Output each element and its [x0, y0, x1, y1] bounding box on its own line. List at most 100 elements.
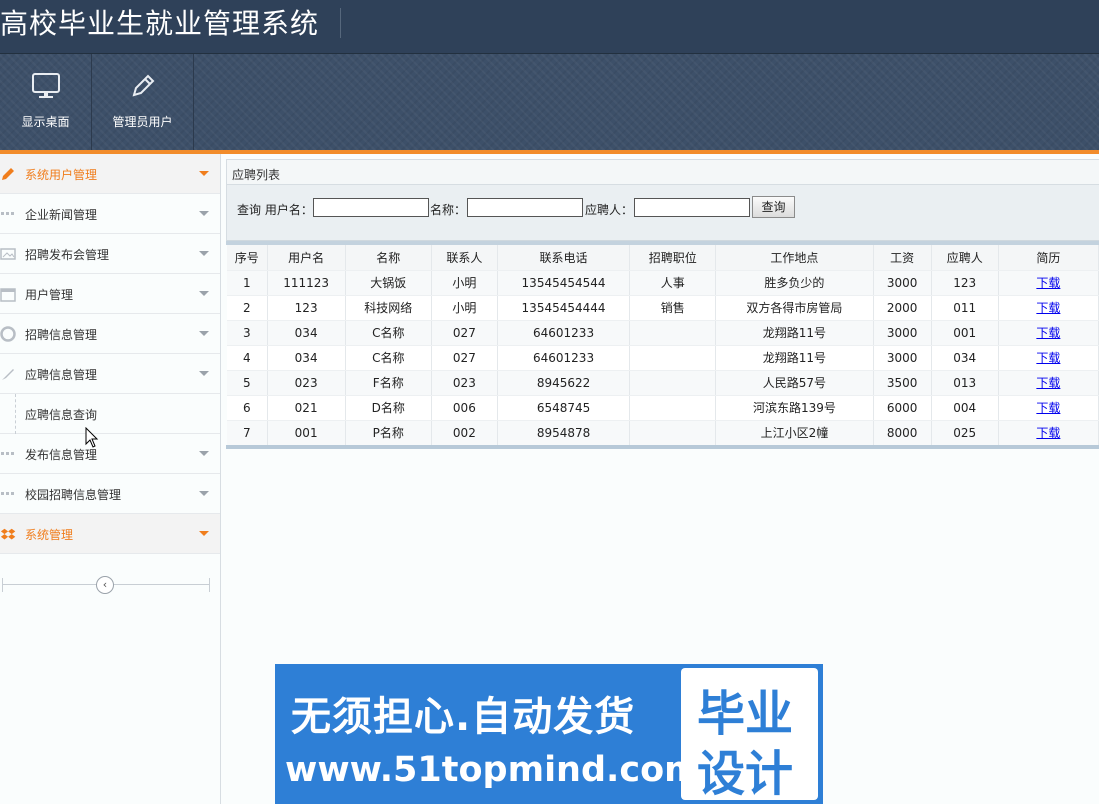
search-applicant-label: 应聘人： — [585, 203, 634, 217]
grid-icon — [0, 446, 16, 462]
table-cell: 023 — [267, 370, 346, 396]
table-cell: 027 — [431, 320, 498, 346]
sidebar-item-label: 用户管理 — [25, 288, 74, 302]
table-header-row: 序号 用户名 名称 联系人 联系电话 招聘职位 工作地点 工资 应聘人 简历 — [227, 245, 1099, 271]
chevron-down-icon — [199, 531, 209, 536]
name-input[interactable] — [467, 198, 583, 217]
table-cell: 2000 — [873, 295, 932, 321]
table-cell: 3000 — [873, 270, 932, 296]
column-header: 联系电话 — [497, 245, 631, 271]
table-cell: 下载 — [998, 295, 1099, 321]
sidebar-item-company-news[interactable]: 企业新闻管理 — [0, 194, 220, 234]
table-cell: 006 — [431, 395, 498, 421]
brush-icon — [0, 366, 16, 382]
table-cell: 64601233 — [497, 345, 631, 371]
table-cell: 河滨东路139号 — [715, 395, 874, 421]
collapse-sidebar-button[interactable]: ‹ — [96, 576, 114, 594]
table-cell: 小明 — [431, 295, 498, 321]
show-desktop-button[interactable]: 显示桌面 — [0, 54, 92, 150]
download-link[interactable]: 下载 — [1036, 351, 1060, 365]
table-cell: 013 — [931, 370, 999, 396]
table-cell: 小明 — [431, 270, 498, 296]
table-row: 4 034 C名称 027 64601233 龙翔路11号 3000 034 下载 — [227, 345, 1099, 371]
sidebar-item-recruitment[interactable]: 招聘信息管理 — [0, 314, 220, 354]
sidebar-item-label: 系统用户管理 — [25, 168, 98, 182]
chevron-down-icon — [199, 171, 209, 176]
download-link[interactable]: 下载 — [1036, 326, 1060, 340]
table-cell: 大锅饭 — [345, 270, 432, 296]
table-row: 2 123 科技网络 小明 13545454444 销售 双方各得市房管局 2000 011 下载 — [227, 295, 1099, 321]
banner-slogan: 无须担心.自动发货 — [291, 694, 636, 740]
table-cell: 64601233 — [497, 320, 631, 346]
table-cell: 004 — [931, 395, 999, 421]
chevron-down-icon — [199, 251, 209, 256]
download-link[interactable]: 下载 — [1036, 426, 1060, 440]
table-cell: 011 — [931, 295, 999, 321]
banner-badge: 毕业 设计 — [681, 668, 818, 802]
image-icon — [0, 246, 16, 262]
table-cell: 002 — [431, 420, 498, 446]
sidebar-item-label: 企业新闻管理 — [25, 208, 98, 222]
chevron-down-icon — [199, 211, 209, 216]
column-header: 序号 — [227, 245, 268, 271]
grid-icon — [0, 486, 16, 502]
table-row: 1 111123 大锅饭 小明 13545454544 人事 胜多负少的 3000 123 下载 — [227, 270, 1099, 296]
calendar-icon — [0, 286, 16, 302]
sidebar-item-publish-info[interactable]: 发布信息管理 — [0, 434, 220, 474]
applicant-input[interactable] — [634, 198, 750, 217]
show-desktop-label: 显示桌面 — [21, 115, 70, 129]
download-link[interactable]: 下载 — [1036, 301, 1060, 315]
table-cell: 5 — [227, 370, 268, 396]
admin-user-button[interactable]: 管理员用户 — [92, 54, 194, 150]
sidebar-item-campus-recruitment[interactable]: 校园招聘信息管理 — [0, 474, 220, 514]
chevron-down-icon — [199, 371, 209, 376]
pencil-icon — [129, 72, 157, 103]
table-row: 5 023 F名称 023 8945622 人民路57号 3500 013 下载 — [227, 370, 1099, 396]
table-cell: 7 — [227, 420, 268, 446]
table-cell: 8945622 — [497, 370, 631, 396]
table-cell — [629, 395, 717, 421]
dropbox-icon — [0, 526, 16, 542]
table-cell: F名称 — [345, 370, 432, 396]
sidebar-item-system-management[interactable]: 系统管理 — [0, 514, 220, 554]
collapse-line-end — [209, 578, 210, 592]
top-header: 高校毕业生就业管理系统 — [0, 0, 1099, 54]
table-cell: C名称 — [345, 345, 432, 371]
table-cell: 胜多负少的 — [715, 270, 874, 296]
chevron-down-icon — [199, 491, 209, 496]
table-cell: 13545454544 — [497, 270, 631, 296]
column-header: 工作地点 — [715, 245, 874, 271]
table-cell: D名称 — [345, 395, 432, 421]
download-link[interactable]: 下载 — [1036, 376, 1060, 390]
table-cell: 销售 — [629, 295, 717, 321]
title-divider — [340, 8, 341, 38]
table-cell: 001 — [267, 420, 346, 446]
sidebar-subitem-application-query[interactable]: 应聘信息查询 — [0, 394, 220, 434]
table-row: 6 021 D名称 006 6548745 河滨东路139号 6000 004 下载 — [227, 395, 1099, 421]
table-cell: 1 — [227, 270, 268, 296]
sidebar-item-label: 校园招聘信息管理 — [25, 488, 122, 502]
download-link[interactable]: 下载 — [1036, 401, 1060, 415]
admin-user-label: 管理员用户 — [112, 115, 173, 129]
panel-header: 应聘列表 — [226, 159, 1099, 185]
sidebar-item-job-fairs[interactable]: 招聘发布会管理 — [0, 234, 220, 274]
table-cell — [629, 420, 717, 446]
sidebar-item-users[interactable]: 用户管理 — [0, 274, 220, 314]
sidebar-item-applications[interactable]: 应聘信息管理 — [0, 354, 220, 394]
table-row: 3 034 C名称 027 64601233 龙翔路11号 3000 001 下载 — [227, 320, 1099, 346]
table-cell: 下载 — [998, 395, 1099, 421]
sidebar-collapse-bar: ‹ — [0, 574, 220, 596]
tree-line — [15, 394, 16, 434]
table-cell: 双方各得市房管局 — [715, 295, 874, 321]
table-cell: 034 — [267, 320, 346, 346]
username-input[interactable] — [313, 198, 429, 217]
table-cell: C名称 — [345, 320, 432, 346]
table-cell: 8000 — [873, 420, 932, 446]
download-link[interactable]: 下载 — [1036, 276, 1060, 290]
watermark-banner: 无须担心.自动发货 www.51topmind.com 毕业 设计 — [275, 664, 823, 804]
sidebar-item-system-users[interactable]: 系统用户管理 — [0, 154, 220, 194]
query-button[interactable]: 查询 — [752, 196, 795, 218]
table-cell — [629, 345, 717, 371]
sidebar: 系统用户管理 企业新闻管理 招聘发布会管理 用户管理 招聘信息管理 应聘信息管理 — [0, 154, 221, 804]
sidebar-item-label: 招聘信息管理 — [25, 328, 98, 342]
